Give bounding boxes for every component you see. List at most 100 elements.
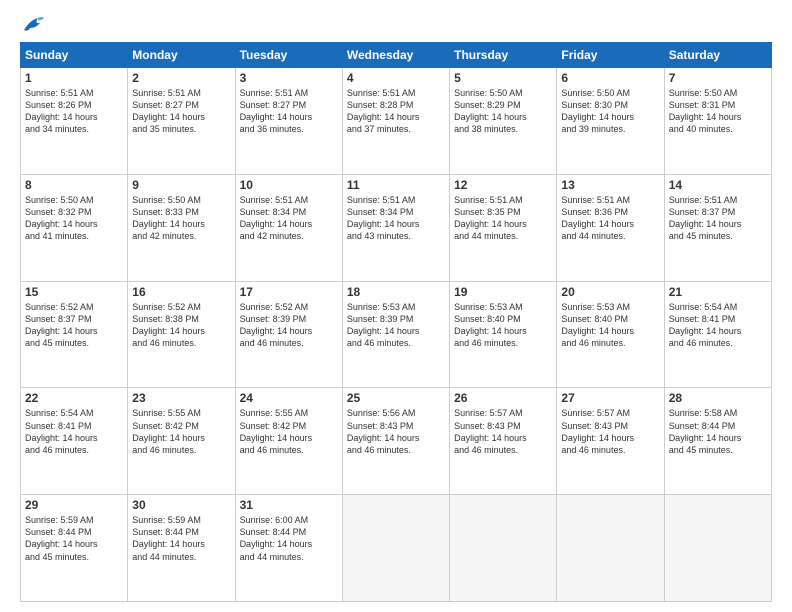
day-number: 27 — [561, 391, 659, 405]
day-info: Sunrise: 5:51 AM Sunset: 8:26 PM Dayligh… — [25, 87, 123, 136]
calendar-cell — [450, 495, 557, 602]
calendar-cell: 14 Sunrise: 5:51 AM Sunset: 8:37 PM Dayli… — [664, 174, 771, 281]
day-number: 11 — [347, 178, 445, 192]
day-info: Sunrise: 5:50 AM Sunset: 8:33 PM Dayligh… — [132, 194, 230, 243]
calendar-cell: 7 Sunrise: 5:50 AM Sunset: 8:31 PM Daylig… — [664, 68, 771, 175]
calendar-cell — [664, 495, 771, 602]
day-number: 30 — [132, 498, 230, 512]
day-number: 10 — [240, 178, 338, 192]
calendar-week-5: 29 Sunrise: 5:59 AM Sunset: 8:44 PM Dayli… — [21, 495, 772, 602]
logo-bird-icon — [22, 16, 44, 34]
calendar-week-4: 22 Sunrise: 5:54 AM Sunset: 8:41 PM Dayli… — [21, 388, 772, 495]
calendar-cell: 10 Sunrise: 5:51 AM Sunset: 8:34 PM Dayli… — [235, 174, 342, 281]
day-info: Sunrise: 5:52 AM Sunset: 8:38 PM Dayligh… — [132, 301, 230, 350]
calendar-cell: 19 Sunrise: 5:53 AM Sunset: 8:40 PM Dayli… — [450, 281, 557, 388]
calendar-cell: 17 Sunrise: 5:52 AM Sunset: 8:39 PM Dayli… — [235, 281, 342, 388]
day-info: Sunrise: 5:51 AM Sunset: 8:28 PM Dayligh… — [347, 87, 445, 136]
calendar-week-1: 1 Sunrise: 5:51 AM Sunset: 8:26 PM Daylig… — [21, 68, 772, 175]
day-info: Sunrise: 5:51 AM Sunset: 8:27 PM Dayligh… — [240, 87, 338, 136]
day-number: 12 — [454, 178, 552, 192]
page: SundayMondayTuesdayWednesdayThursdayFrid… — [0, 0, 792, 612]
day-info: Sunrise: 5:51 AM Sunset: 8:34 PM Dayligh… — [240, 194, 338, 243]
calendar-header-saturday: Saturday — [664, 43, 771, 68]
calendar-cell: 18Sunrise: 5:53 AM Sunset: 8:39 PM Dayli… — [342, 281, 449, 388]
day-number: 3 — [240, 71, 338, 85]
calendar-cell: 29 Sunrise: 5:59 AM Sunset: 8:44 PM Dayli… — [21, 495, 128, 602]
calendar-header-thursday: Thursday — [450, 43, 557, 68]
calendar-cell: 21 Sunrise: 5:54 AM Sunset: 8:41 PM Dayli… — [664, 281, 771, 388]
day-number: 13 — [561, 178, 659, 192]
day-info: Sunrise: 5:50 AM Sunset: 8:29 PM Dayligh… — [454, 87, 552, 136]
calendar-cell: 23Sunrise: 5:55 AM Sunset: 8:42 PM Dayli… — [128, 388, 235, 495]
calendar-cell — [557, 495, 664, 602]
day-number: 21 — [669, 285, 767, 299]
calendar-cell: 30 Sunrise: 5:59 AM Sunset: 8:44 PM Dayli… — [128, 495, 235, 602]
day-info: Sunrise: 5:50 AM Sunset: 8:31 PM Dayligh… — [669, 87, 767, 136]
calendar-cell: 2 Sunrise: 5:51 AM Sunset: 8:27 PM Daylig… — [128, 68, 235, 175]
day-info: Sunrise: 5:51 AM Sunset: 8:34 PM Dayligh… — [347, 194, 445, 243]
day-number: 29 — [25, 498, 123, 512]
day-number: 20 — [561, 285, 659, 299]
day-number: 16 — [132, 285, 230, 299]
day-info: Sunrise: 5:51 AM Sunset: 8:27 PM Dayligh… — [132, 87, 230, 136]
calendar-cell: 31 Sunrise: 6:00 AM Sunset: 8:44 PM Dayli… — [235, 495, 342, 602]
day-info: Sunrise: 5:53 AM Sunset: 8:40 PM Dayligh… — [454, 301, 552, 350]
day-number: 5 — [454, 71, 552, 85]
calendar-header-friday: Friday — [557, 43, 664, 68]
logo — [20, 16, 44, 34]
day-info: Sunrise: 5:57 AM Sunset: 8:43 PM Dayligh… — [561, 407, 659, 456]
day-info: Sunrise: 5:50 AM Sunset: 8:30 PM Dayligh… — [561, 87, 659, 136]
day-info: Sunrise: 5:51 AM Sunset: 8:36 PM Dayligh… — [561, 194, 659, 243]
calendar-body: 1 Sunrise: 5:51 AM Sunset: 8:26 PM Daylig… — [21, 68, 772, 602]
calendar-cell: 25Sunrise: 5:56 AM Sunset: 8:43 PM Dayli… — [342, 388, 449, 495]
calendar-cell: 9 Sunrise: 5:50 AM Sunset: 8:33 PM Daylig… — [128, 174, 235, 281]
day-number: 7 — [669, 71, 767, 85]
day-number: 2 — [132, 71, 230, 85]
calendar-cell: 13 Sunrise: 5:51 AM Sunset: 8:36 PM Dayli… — [557, 174, 664, 281]
day-number: 9 — [132, 178, 230, 192]
day-info: Sunrise: 6:00 AM Sunset: 8:44 PM Dayligh… — [240, 514, 338, 563]
calendar-cell: 27 Sunrise: 5:57 AM Sunset: 8:43 PM Dayli… — [557, 388, 664, 495]
calendar-header-monday: Monday — [128, 43, 235, 68]
day-info: Sunrise: 5:53 AM Sunset: 8:40 PM Dayligh… — [561, 301, 659, 350]
calendar-cell: 8Sunrise: 5:50 AM Sunset: 8:32 PM Daylig… — [21, 174, 128, 281]
day-info: Sunrise: 5:59 AM Sunset: 8:44 PM Dayligh… — [132, 514, 230, 563]
day-number: 22 — [25, 391, 123, 405]
calendar-cell: 16 Sunrise: 5:52 AM Sunset: 8:38 PM Dayli… — [128, 281, 235, 388]
day-info: Sunrise: 5:54 AM Sunset: 8:41 PM Dayligh… — [25, 407, 123, 456]
calendar-cell: 15Sunrise: 5:52 AM Sunset: 8:37 PM Dayli… — [21, 281, 128, 388]
day-info: Sunrise: 5:52 AM Sunset: 8:39 PM Dayligh… — [240, 301, 338, 350]
calendar-cell: 12 Sunrise: 5:51 AM Sunset: 8:35 PM Dayli… — [450, 174, 557, 281]
day-number: 31 — [240, 498, 338, 512]
day-number: 17 — [240, 285, 338, 299]
calendar-cell: 26Sunrise: 5:57 AM Sunset: 8:43 PM Dayli… — [450, 388, 557, 495]
calendar-cell: 11 Sunrise: 5:51 AM Sunset: 8:34 PM Dayli… — [342, 174, 449, 281]
day-number: 1 — [25, 71, 123, 85]
day-info: Sunrise: 5:50 AM Sunset: 8:32 PM Dayligh… — [25, 194, 123, 243]
day-number: 19 — [454, 285, 552, 299]
calendar-cell: 6 Sunrise: 5:50 AM Sunset: 8:30 PM Daylig… — [557, 68, 664, 175]
day-info: Sunrise: 5:51 AM Sunset: 8:35 PM Dayligh… — [454, 194, 552, 243]
calendar-cell: 3 Sunrise: 5:51 AM Sunset: 8:27 PM Daylig… — [235, 68, 342, 175]
day-info: Sunrise: 5:54 AM Sunset: 8:41 PM Dayligh… — [669, 301, 767, 350]
calendar-cell: 1 Sunrise: 5:51 AM Sunset: 8:26 PM Daylig… — [21, 68, 128, 175]
calendar-cell: 4Sunrise: 5:51 AM Sunset: 8:28 PM Daylig… — [342, 68, 449, 175]
day-number: 28 — [669, 391, 767, 405]
day-number: 23 — [132, 391, 230, 405]
calendar-header-row: SundayMondayTuesdayWednesdayThursdayFrid… — [21, 43, 772, 68]
day-info: Sunrise: 5:58 AM Sunset: 8:44 PM Dayligh… — [669, 407, 767, 456]
day-info: Sunrise: 5:52 AM Sunset: 8:37 PM Dayligh… — [25, 301, 123, 350]
calendar-header-wednesday: Wednesday — [342, 43, 449, 68]
header — [20, 16, 772, 34]
day-number: 18 — [347, 285, 445, 299]
day-number: 25 — [347, 391, 445, 405]
day-info: Sunrise: 5:51 AM Sunset: 8:37 PM Dayligh… — [669, 194, 767, 243]
calendar-week-2: 8Sunrise: 5:50 AM Sunset: 8:32 PM Daylig… — [21, 174, 772, 281]
calendar-header-sunday: Sunday — [21, 43, 128, 68]
day-number: 6 — [561, 71, 659, 85]
day-number: 26 — [454, 391, 552, 405]
calendar-header-tuesday: Tuesday — [235, 43, 342, 68]
calendar-cell: 22 Sunrise: 5:54 AM Sunset: 8:41 PM Dayli… — [21, 388, 128, 495]
day-info: Sunrise: 5:59 AM Sunset: 8:44 PM Dayligh… — [25, 514, 123, 563]
day-number: 14 — [669, 178, 767, 192]
